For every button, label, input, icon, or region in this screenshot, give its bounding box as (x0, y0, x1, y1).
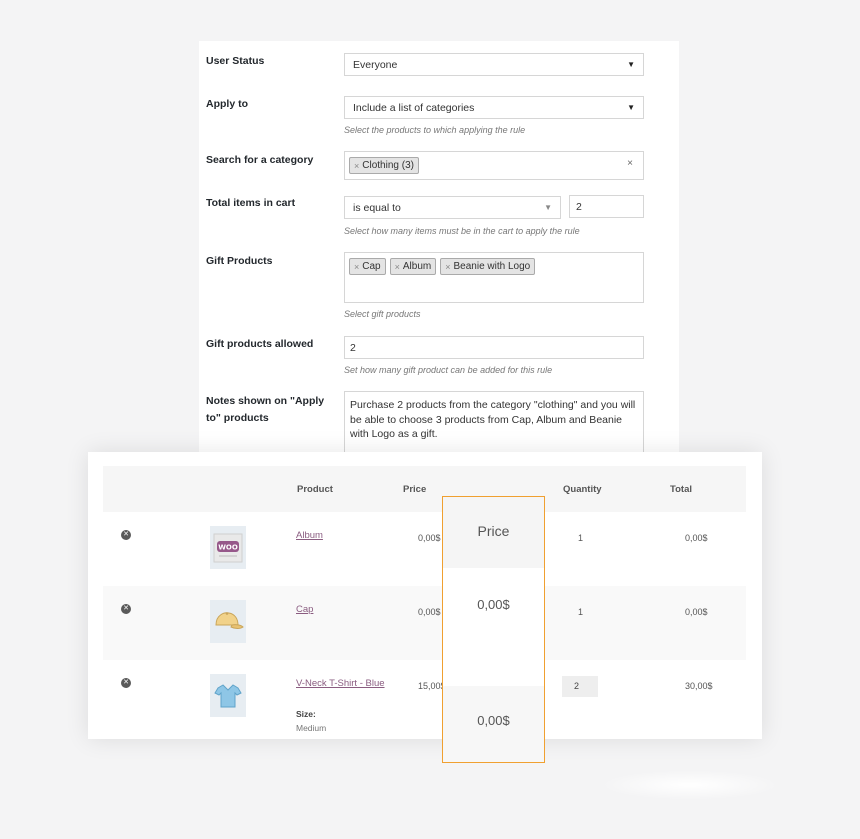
apply-to-select[interactable]: Include a list of categories ▼ (344, 96, 644, 119)
remove-tag-icon[interactable]: × (354, 262, 359, 272)
quantity-cell: 1 (578, 607, 584, 617)
remove-item-icon[interactable]: ✕ (121, 530, 131, 540)
total-cell: 0,00$ (685, 533, 708, 543)
background-glow (600, 770, 780, 800)
category-tag[interactable]: × Clothing (3) (349, 157, 419, 174)
remove-tag-icon[interactable]: × (395, 262, 400, 272)
svg-text:WOO: WOO (218, 543, 238, 551)
quantity-input[interactable]: 2 (562, 676, 598, 697)
highlighted-price-column: Price 0,00$ 0,00$ (442, 496, 545, 763)
table-row: ✕ WOO Album 0,00$ 1 0,00$ (103, 512, 746, 586)
variant-label: Size: (296, 709, 316, 719)
remove-tag-icon[interactable]: × (445, 262, 450, 272)
header-price: Price (403, 484, 427, 495)
search-category-label: Search for a category (206, 154, 314, 166)
caret-down-icon: ▼ (544, 203, 552, 212)
gift-products-help: Select gift products (344, 309, 421, 319)
gift-products-multiselect[interactable]: × Cap × Album × Beanie with Logo (344, 252, 644, 303)
variant-value: Medium (296, 723, 327, 733)
cart-table: Product Price Quantity Total ✕ WOO Album… (88, 452, 762, 739)
user-status-select[interactable]: Everyone ▼ (344, 53, 644, 76)
product-thumbnail[interactable] (210, 674, 246, 717)
quantity-cell: 1 (578, 533, 584, 543)
remove-item-icon[interactable]: ✕ (121, 604, 131, 614)
product-thumbnail[interactable] (210, 600, 246, 643)
total-items-label: Total items in cart (206, 197, 296, 209)
price-cell: 0,00$ (418, 533, 441, 543)
cap-icon (215, 611, 244, 629)
caret-down-icon: ▼ (627, 60, 635, 69)
gift-tag-album[interactable]: × Album (389, 258, 437, 275)
apply-to-label: Apply to (206, 98, 248, 110)
remove-tag-icon[interactable]: × (354, 161, 359, 171)
search-category-multiselect[interactable]: × Clothing (3) × (344, 151, 644, 180)
total-items-operator-value: is equal to (353, 201, 401, 214)
total-items-help: Select how many items must be in the car… (344, 226, 580, 236)
album-woo-icon: WOO (213, 533, 243, 562)
price-cell: 0,00$ (418, 607, 441, 617)
gift-tag-beanie[interactable]: × Beanie with Logo (440, 258, 536, 275)
highlight-price-header: Price (477, 523, 510, 539)
header-product: Product (297, 484, 333, 495)
product-link[interactable]: Album (296, 530, 323, 541)
header-quantity: Quantity (563, 484, 602, 495)
product-link[interactable]: Cap (296, 604, 313, 615)
table-row: ✕ Cap 0,00$ 1 0,00$ (103, 586, 746, 660)
header-total: Total (670, 484, 692, 495)
total-items-input[interactable]: 2 (569, 195, 644, 218)
gift-allowed-help: Set how many gift product can be added f… (344, 365, 553, 375)
gift-allowed-input[interactable]: 2 (344, 336, 644, 359)
clear-selection-icon[interactable]: × (627, 158, 633, 169)
user-status-label: User Status (206, 55, 265, 67)
product-thumbnail[interactable]: WOO (210, 526, 246, 569)
gift-tag-cap[interactable]: × Cap (349, 258, 386, 275)
rule-settings-panel: User Status Everyone ▼ Apply to Include … (199, 41, 679, 461)
apply-to-value: Include a list of categories (353, 101, 475, 114)
apply-to-help: Select the products to which applying th… (344, 125, 526, 135)
total-cell: 0,00$ (685, 607, 708, 617)
highlight-price-value: 0,00$ (477, 713, 510, 728)
gift-allowed-label: Gift products allowed (206, 338, 314, 350)
table-row: ✕ V-Neck T-Shirt - Blue Size: Medium 15,… (103, 660, 746, 734)
total-items-operator-select[interactable]: is equal to ▼ (344, 196, 561, 219)
notes-label: Notes shown on "Apply to" products (206, 395, 325, 424)
remove-item-icon[interactable]: ✕ (121, 678, 131, 688)
total-cell: 30,00$ (685, 681, 713, 691)
gift-products-label: Gift Products (206, 255, 273, 267)
caret-down-icon: ▼ (627, 103, 635, 112)
highlight-price-value: 0,00$ (477, 597, 510, 612)
tshirt-icon (214, 683, 242, 707)
product-link[interactable]: V-Neck T-Shirt - Blue (296, 678, 385, 689)
notes-textarea[interactable]: Purchase 2 products from the category "c… (344, 391, 644, 461)
user-status-value: Everyone (353, 58, 398, 71)
highlight-row-band (443, 568, 544, 686)
